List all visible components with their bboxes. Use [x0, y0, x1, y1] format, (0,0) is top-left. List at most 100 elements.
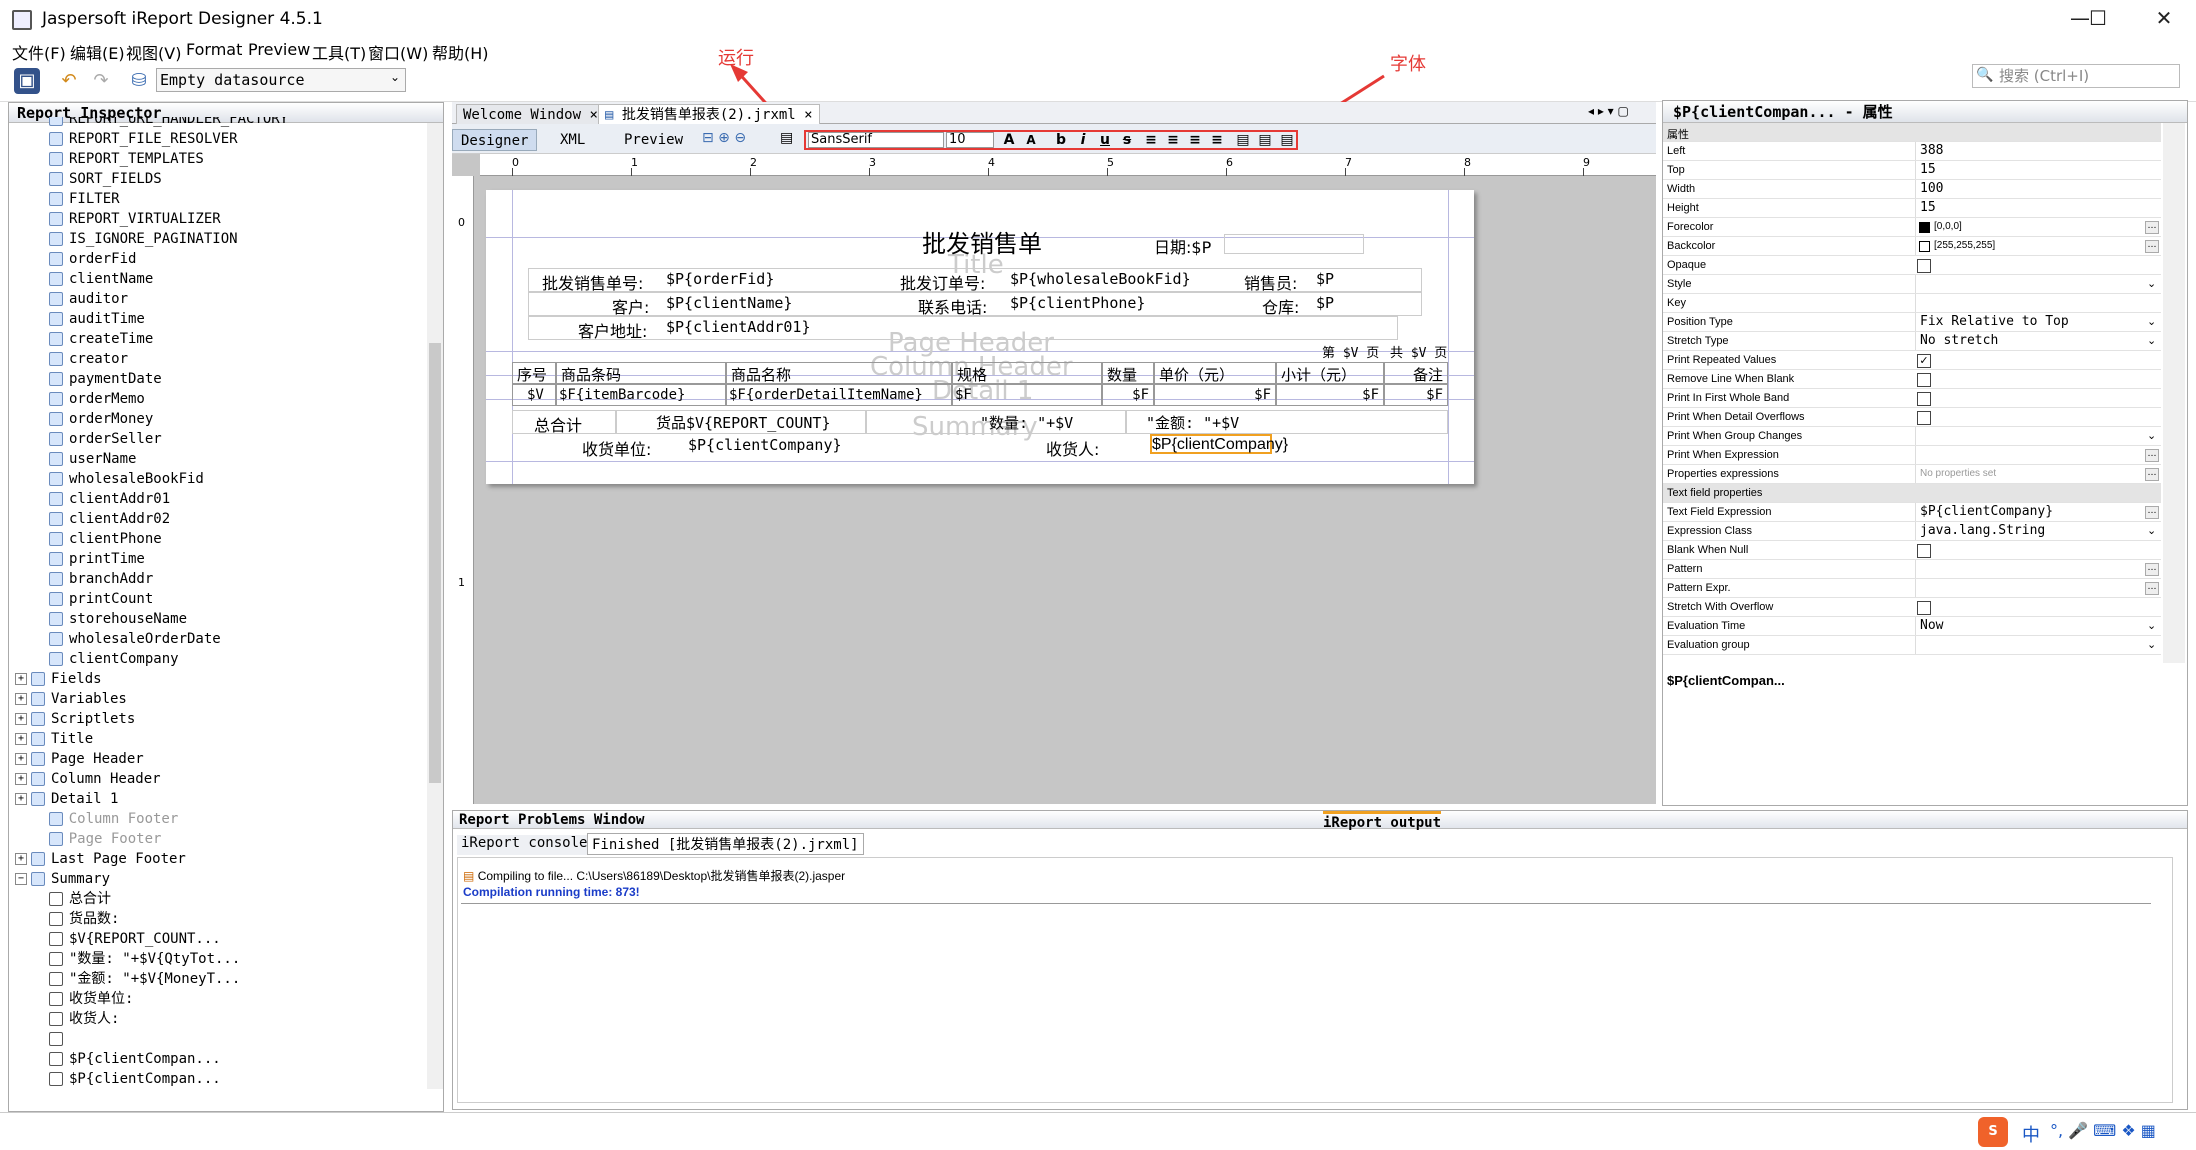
align-right-icon[interactable]: ≡	[1186, 132, 1204, 148]
zoom-icons[interactable]: ⊟ ⊕ ⊖	[702, 130, 746, 146]
checkbox[interactable]	[1917, 392, 1931, 406]
detail-cell[interactable]: $F	[1102, 384, 1154, 406]
tree-param-item[interactable]: orderFid	[49, 249, 136, 269]
tree-node[interactable]: − Summary	[15, 869, 110, 889]
expand-icon[interactable]: +	[15, 733, 27, 745]
properties-section[interactable]: Text field properties	[1663, 484, 2161, 503]
ellipsis-button[interactable]: …	[2145, 240, 2159, 253]
label-book-no[interactable]: 批发订单号:	[900, 270, 985, 294]
properties-section[interactable]: 属性	[1663, 123, 2161, 142]
tree-node[interactable]: + Last Page Footer	[15, 849, 186, 869]
inspector-scroll-thumb[interactable]	[429, 343, 441, 783]
view-xml[interactable]: XML	[552, 129, 593, 151]
bold-icon[interactable]: b	[1052, 132, 1070, 148]
label-storehouse[interactable]: 仓库:	[1262, 294, 1299, 318]
property-row[interactable]: Print In First Whole Band	[1663, 389, 2161, 408]
property-row[interactable]: Print Repeated Values ✓	[1663, 351, 2161, 370]
tree-param-item[interactable]: wholesaleOrderDate	[49, 629, 221, 649]
column-header-cell[interactable]: 商品名称	[726, 362, 952, 384]
tray-icons[interactable]: °, 🎤 ⌨ ❖ ▦	[2050, 1121, 2156, 1140]
field-order-fid[interactable]: $P{orderFid}	[666, 270, 774, 288]
detail-cell[interactable]: $F	[952, 384, 1102, 406]
tree-node[interactable]: Page Footer	[15, 829, 161, 849]
tree-node[interactable]: + Page Header	[15, 749, 144, 769]
property-row[interactable]: Top 15	[1663, 161, 2161, 180]
italic-icon[interactable]: i	[1074, 132, 1092, 148]
tree-summary-element[interactable]: 货品数:	[49, 909, 119, 929]
align-left-icon[interactable]: ≡	[1142, 132, 1160, 148]
color-swatch[interactable]	[1919, 241, 1930, 252]
column-header-cell[interactable]: 规格	[952, 362, 1102, 384]
field-book-fid[interactable]: $P{wholesaleBookFid}	[1010, 270, 1191, 288]
field-client-phone[interactable]: $P{clientPhone}	[1010, 294, 1145, 312]
property-row[interactable]: Height 15	[1663, 199, 2161, 218]
ellipsis-button[interactable]: …	[2145, 506, 2159, 519]
expand-icon[interactable]: +	[15, 673, 27, 685]
property-row[interactable]: Opaque	[1663, 256, 2161, 275]
property-row[interactable]: Blank When Null	[1663, 541, 2161, 560]
compile-icon[interactable]: ▤	[780, 130, 793, 146]
tree-param-item[interactable]: createTime	[49, 329, 153, 349]
tab-nav-icons[interactable]: ◂ ▸ ▾ ▢	[1588, 104, 1629, 118]
chevron-down-icon[interactable]: ⌄	[2147, 277, 2156, 290]
tree-summary-element[interactable]: 收货人:	[49, 1009, 119, 1029]
property-row[interactable]: Print When Group Changes ⌄	[1663, 427, 2161, 446]
checkbox[interactable]	[1917, 544, 1931, 558]
checkbox[interactable]	[1917, 259, 1931, 273]
detail-cell[interactable]: $F	[1384, 384, 1448, 406]
detail-cell[interactable]: $V	[512, 384, 556, 406]
tree-param-item[interactable]: orderMemo	[49, 389, 145, 409]
tree-node[interactable]: + Title	[15, 729, 93, 749]
tree-summary-element[interactable]: "金额: "+$V{MoneyT...	[49, 969, 240, 989]
tree-param-item[interactable]: orderSeller	[49, 429, 162, 449]
font-size-select[interactable]: 10	[946, 132, 994, 148]
summary-receiver-unit-label[interactable]: 收货单位:	[582, 436, 651, 460]
tree-param-item[interactable]: IS_IGNORE_PAGINATION	[49, 229, 238, 249]
detail-cell[interactable]: $F	[1154, 384, 1276, 406]
tree-param-item[interactable]: storehouseName	[49, 609, 187, 629]
properties-scrollbar[interactable]	[2163, 123, 2185, 663]
tree-param-item[interactable]: wholesaleBookFid	[49, 469, 204, 489]
property-row[interactable]: Remove Line When Blank	[1663, 370, 2161, 389]
tree-summary-element[interactable]: "数量: "+$V{QtyTot...	[49, 949, 240, 969]
tree-param-item[interactable]: clientAddr02	[49, 509, 170, 529]
tab-finished[interactable]: Finished [批发销售单报表(2).jrxml]	[587, 833, 864, 855]
tree-param-item[interactable]: FILTER	[49, 189, 120, 209]
tree-param-item[interactable]: creator	[49, 349, 128, 369]
property-row[interactable]: Print When Expression…	[1663, 446, 2161, 465]
tree-param-item[interactable]: REPORT_VIRTUALIZER	[49, 209, 221, 229]
tree-param-item[interactable]: auditTime	[49, 309, 145, 329]
underline-icon[interactable]: u	[1096, 132, 1114, 148]
valign-middle-icon[interactable]: ▤	[1256, 132, 1274, 148]
tree-node[interactable]: + Scriptlets	[15, 709, 135, 729]
summary-money[interactable]: "金额: "+$V	[1146, 412, 1239, 433]
summary-total-label[interactable]: 总合计	[534, 412, 582, 436]
tree-param-item[interactable]: SORT_FIELDS	[49, 169, 162, 189]
chevron-down-icon[interactable]: ⌄	[2147, 334, 2156, 347]
close-icon[interactable]: ×	[804, 107, 812, 123]
tab-welcome[interactable]: Welcome Window ×	[456, 104, 605, 124]
tree-param-item[interactable]: branchAddr	[49, 569, 153, 589]
checkbox[interactable]	[1917, 601, 1931, 615]
field-storehouse[interactable]: $P	[1316, 294, 1334, 312]
expand-icon[interactable]: +	[15, 753, 27, 765]
tree-node[interactable]: + Column Header	[15, 769, 161, 789]
tree-param-item[interactable]: userName	[49, 449, 136, 469]
column-header-cell[interactable]: 小计（元）	[1276, 362, 1384, 384]
tree-param-item[interactable]: orderMoney	[49, 409, 153, 429]
view-preview[interactable]: Preview	[616, 129, 691, 151]
chevron-down-icon[interactable]: ⌄	[2147, 619, 2156, 632]
property-row[interactable]: Pattern…	[1663, 560, 2161, 579]
chevron-down-icon[interactable]: ⌄	[2147, 315, 2156, 328]
property-row[interactable]: Stretch Type No stretch ⌄	[1663, 332, 2161, 351]
report-title[interactable]: 批发销售单	[922, 224, 1042, 259]
column-header-cell[interactable]: 备注	[1384, 362, 1448, 384]
tree-node[interactable]: + Fields	[15, 669, 102, 689]
checkbox[interactable]	[1917, 373, 1931, 387]
tree-param-item[interactable]: clientPhone	[49, 529, 162, 549]
tree-param-item[interactable]: REPORT_URL_HANDLER_FACTORY	[49, 117, 288, 129]
detail-cell[interactable]: $F	[1276, 384, 1384, 406]
label-phone[interactable]: 联系电话:	[918, 294, 987, 318]
field-client-addr[interactable]: $P{clientAddr01}	[666, 318, 811, 336]
summary-receiver-unit-field[interactable]: $P{clientCompany}	[688, 436, 842, 454]
